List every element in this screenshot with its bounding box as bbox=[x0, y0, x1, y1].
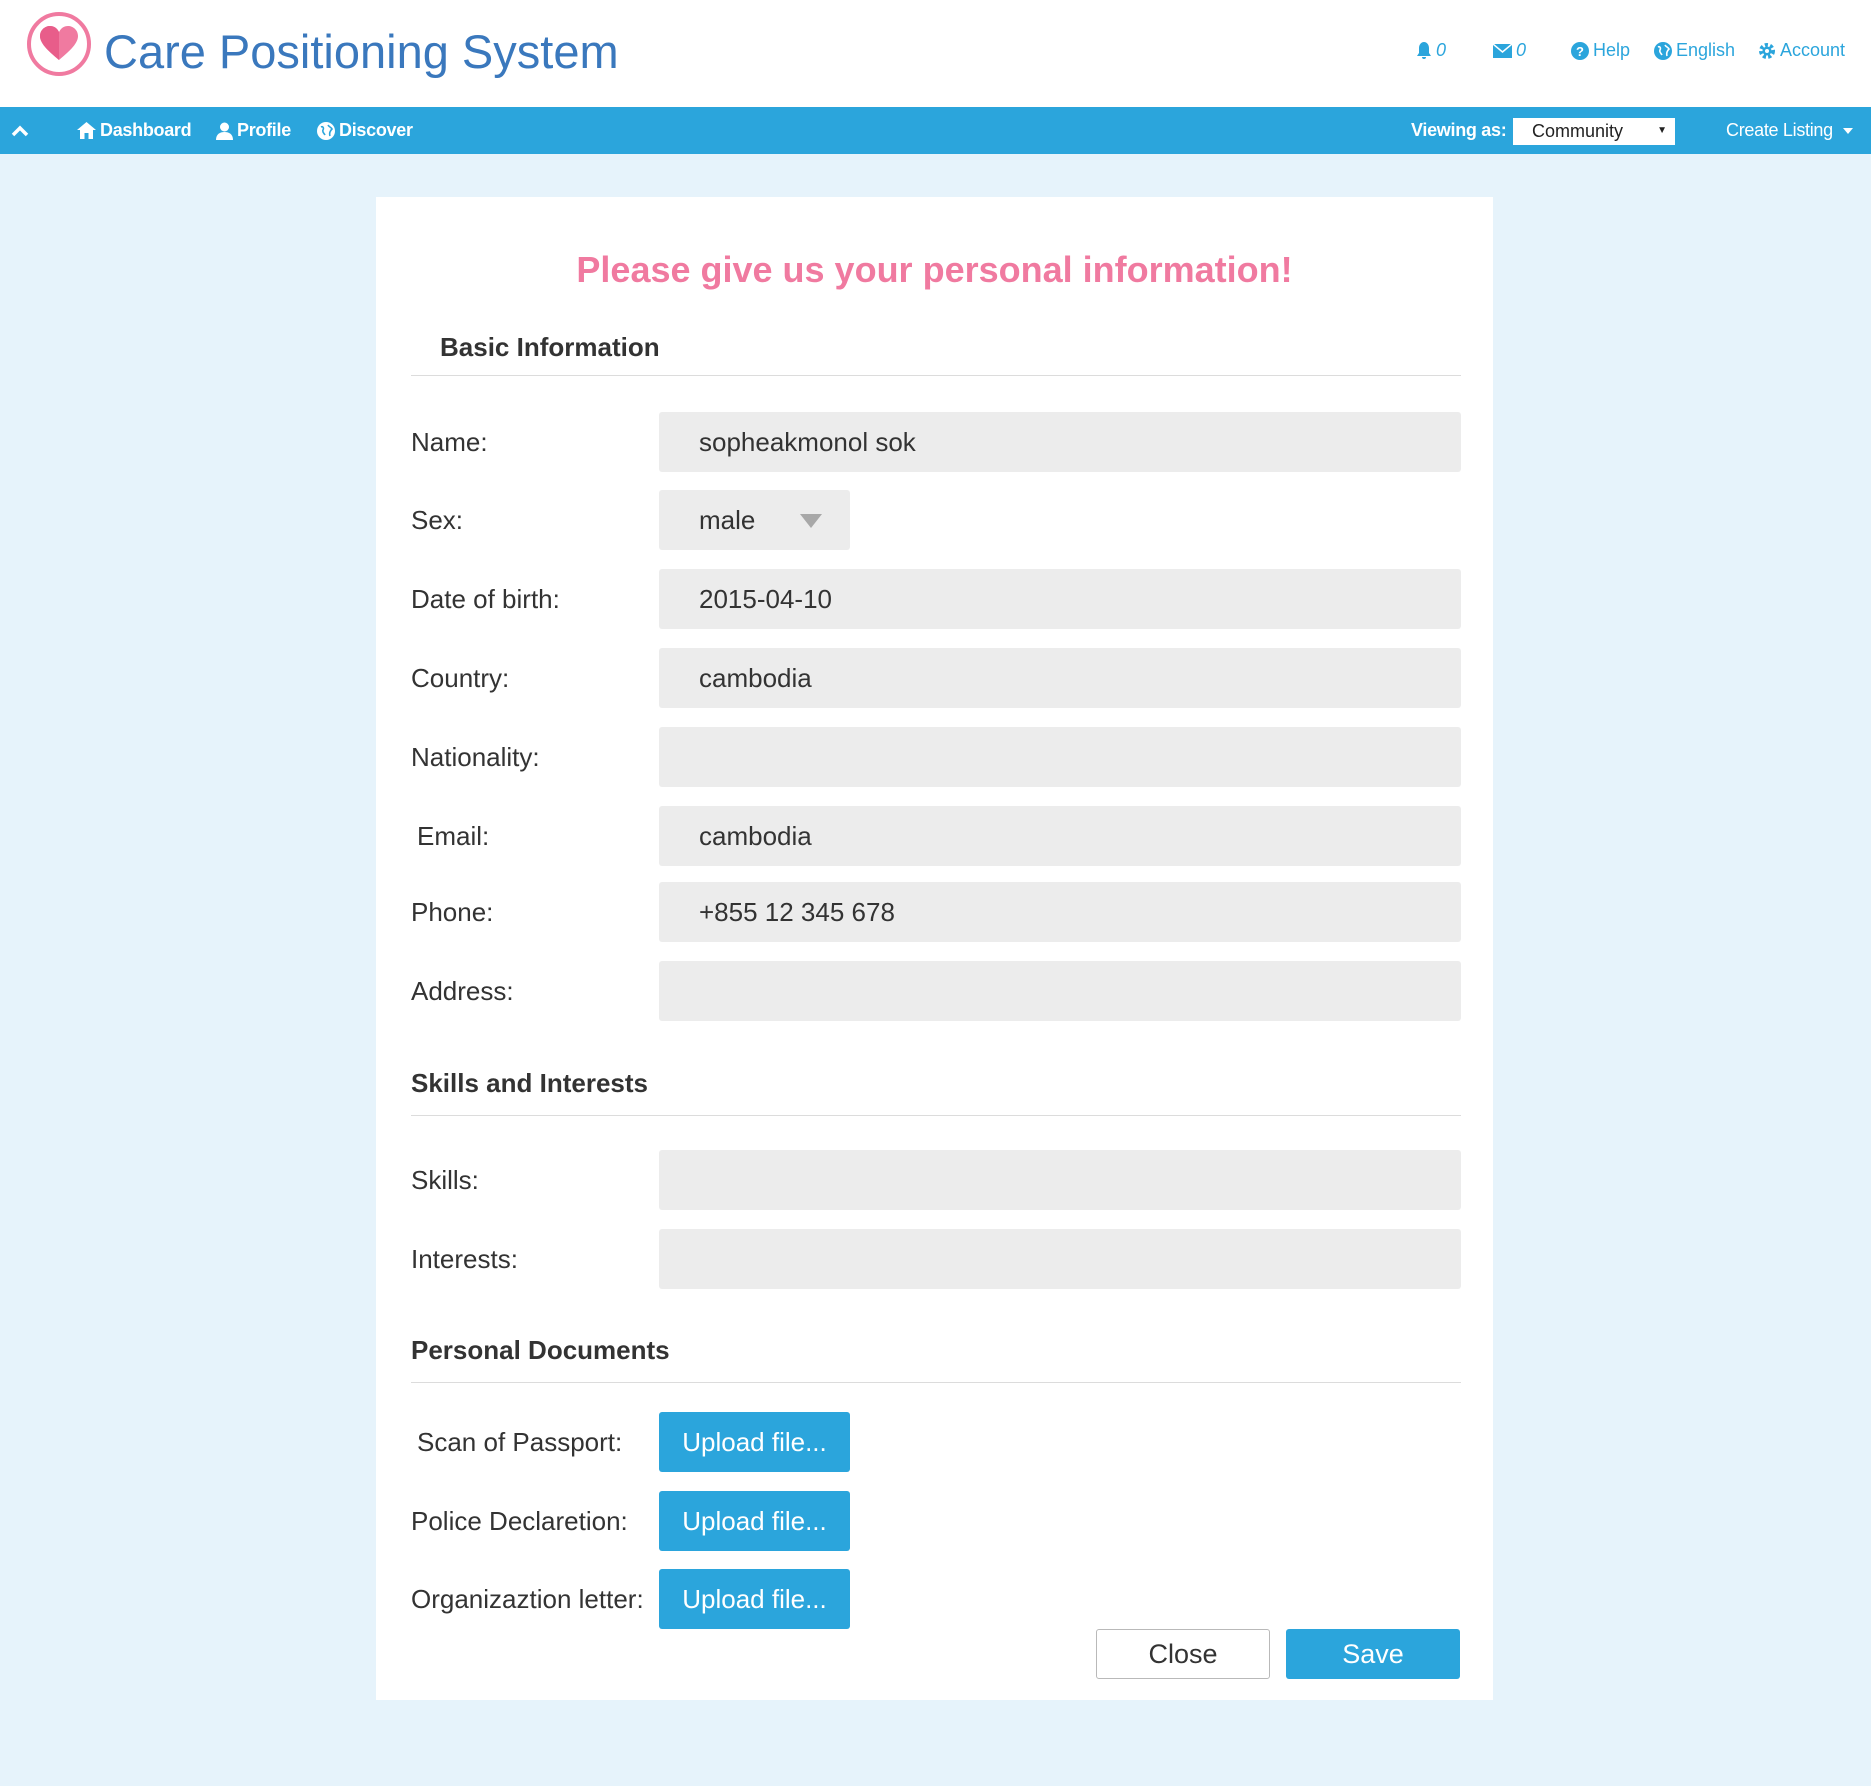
divider bbox=[411, 1382, 1461, 1383]
help-label: Help bbox=[1593, 40, 1631, 60]
passport-upload-button[interactable]: Upload file... bbox=[659, 1412, 850, 1472]
name-label: Name: bbox=[411, 426, 488, 457]
section-basic-information: Basic Information bbox=[440, 332, 660, 362]
caret-down-icon bbox=[1842, 127, 1853, 134]
nav-profile[interactable]: Profile bbox=[216, 107, 291, 154]
police-declaration-upload-button[interactable]: Upload file... bbox=[659, 1491, 850, 1551]
svg-text:?: ? bbox=[1576, 44, 1584, 59]
home-icon bbox=[77, 122, 96, 139]
nav-discover-label: Discover bbox=[339, 120, 413, 140]
nav-discover[interactable]: Discover bbox=[317, 107, 413, 154]
phone-label: Phone: bbox=[411, 896, 494, 927]
viewing-as-label: Viewing as: bbox=[1411, 120, 1507, 140]
email-field[interactable]: cambodia bbox=[659, 806, 1461, 866]
sex-value: male bbox=[699, 504, 756, 535]
nav-profile-label: Profile bbox=[237, 120, 291, 140]
divider bbox=[411, 1115, 1461, 1116]
organization-letter-upload-button[interactable]: Upload file... bbox=[659, 1569, 850, 1629]
interests-field[interactable] bbox=[659, 1229, 1461, 1289]
page-title: Please give us your personal information… bbox=[576, 249, 1293, 290]
nationality-label: Nationality: bbox=[411, 741, 540, 772]
country-field[interactable]: cambodia bbox=[659, 648, 1461, 708]
globe-icon bbox=[317, 121, 335, 140]
top-links: 0 0 ? Help English Account bbox=[0, 40, 1871, 64]
caret-down-icon: ▼ bbox=[1657, 125, 1667, 136]
nav-dashboard[interactable]: Dashboard bbox=[77, 107, 192, 154]
bell-icon bbox=[1417, 41, 1431, 59]
account-link[interactable]: Account bbox=[1758, 40, 1845, 61]
email-label: Email: bbox=[417, 820, 490, 851]
create-listing-menu[interactable]: Create Listing bbox=[1726, 107, 1853, 154]
collapse-toggle[interactable] bbox=[11, 107, 29, 154]
help-link[interactable]: ? Help bbox=[1571, 40, 1630, 61]
phone-field[interactable]: +855 12 345 678 bbox=[659, 882, 1461, 942]
account-label: Account bbox=[1780, 40, 1846, 60]
gear-icon bbox=[1759, 42, 1775, 59]
name-field[interactable]: sopheakmonol sok bbox=[659, 412, 1461, 472]
address-field[interactable] bbox=[659, 961, 1461, 1021]
user-icon bbox=[216, 122, 233, 140]
dob-field[interactable]: 2015-04-10 bbox=[659, 569, 1461, 629]
nationality-field[interactable] bbox=[659, 727, 1461, 787]
dob-label: Date of birth: bbox=[411, 583, 560, 614]
chevron-up-icon bbox=[11, 125, 29, 136]
passport-label: Scan of Passport: bbox=[417, 1426, 623, 1457]
messages-link[interactable]: 0 bbox=[1493, 40, 1526, 61]
divider bbox=[411, 375, 1461, 376]
skills-field[interactable] bbox=[659, 1150, 1461, 1210]
viewing-as-value: Community bbox=[1532, 121, 1624, 141]
language-label: English bbox=[1676, 40, 1736, 60]
envelope-icon bbox=[1493, 43, 1512, 58]
question-circle-icon: ? bbox=[1571, 41, 1589, 60]
notifications-link[interactable]: 0 bbox=[1416, 40, 1446, 61]
globe-icon bbox=[1654, 41, 1672, 60]
interests-label: Interests: bbox=[411, 1243, 518, 1274]
sex-label: Sex: bbox=[411, 504, 464, 535]
language-link[interactable]: English bbox=[1654, 40, 1735, 61]
organization-letter-label: Organizaztion letter: bbox=[411, 1583, 644, 1614]
create-listing-label: Create Listing bbox=[1726, 120, 1833, 140]
address-label: Address: bbox=[411, 975, 514, 1006]
navbar: Dashboard Profile Discover Viewing as: C… bbox=[0, 107, 1871, 154]
viewing-as-select[interactable]: Community ▼ bbox=[1513, 118, 1675, 145]
save-button[interactable]: Save bbox=[1286, 1629, 1460, 1679]
header: Care Positioning System 0 0 ? Help Engli… bbox=[0, 0, 1871, 107]
country-label: Country: bbox=[411, 662, 510, 693]
triangle-down-icon bbox=[800, 514, 822, 528]
section-personal-documents: Personal Documents bbox=[411, 1335, 670, 1365]
police-declaration-label: Police Declaretion: bbox=[411, 1505, 628, 1536]
close-button[interactable]: Close bbox=[1096, 1629, 1270, 1679]
section-skills-interests: Skills and Interests bbox=[411, 1068, 648, 1098]
nav-dashboard-label: Dashboard bbox=[100, 120, 192, 140]
personal-info-card: Please give us your personal information… bbox=[376, 197, 1493, 1700]
sex-select[interactable]: male bbox=[659, 490, 850, 550]
skills-label: Skills: bbox=[411, 1164, 479, 1195]
messages-count: 0 bbox=[1516, 40, 1527, 60]
notifications-count: 0 bbox=[1436, 40, 1447, 60]
